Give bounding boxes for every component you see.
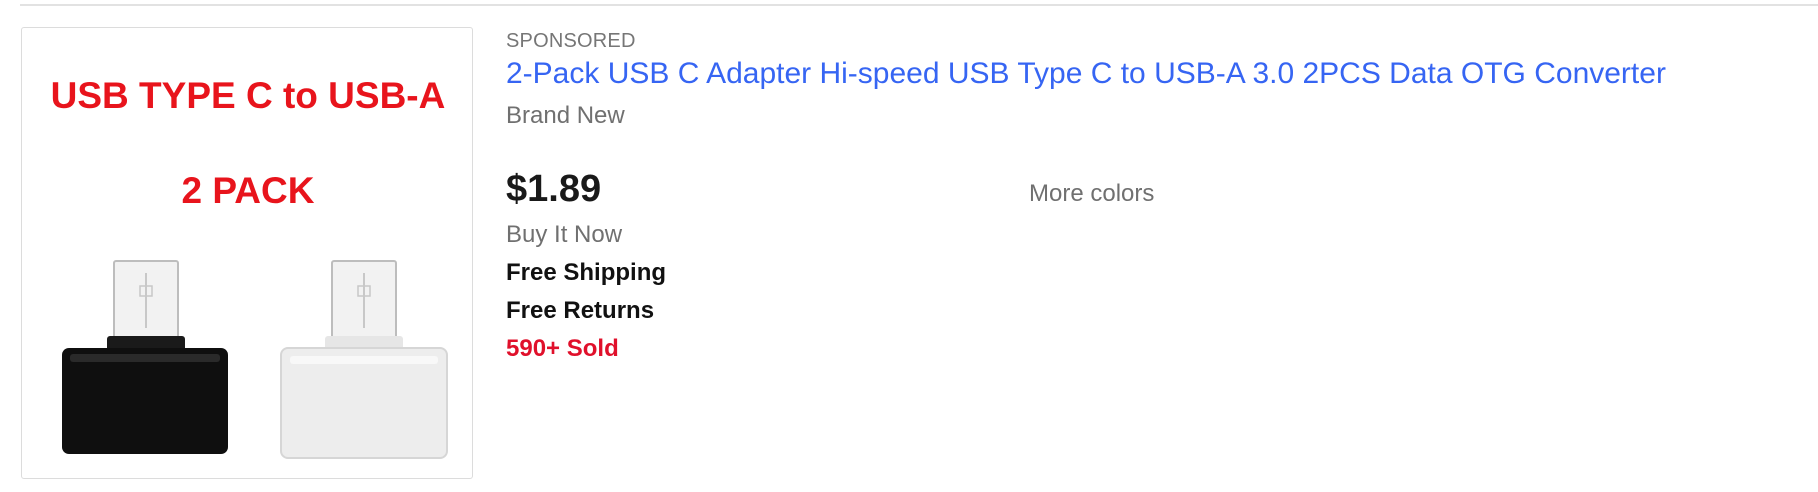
image-text-line2: 2 PACK <box>182 170 315 211</box>
sponsored-label: SPONSORED <box>506 30 636 52</box>
product-image[interactable]: USB TYPE C to USB-A 2 PACK <box>21 27 473 479</box>
listing-title-link[interactable]: 2-Pack USB C Adapter Hi-speed USB Type C… <box>506 57 1666 91</box>
returns-info: Free Returns <box>506 297 655 324</box>
sold-count: 590+ Sold <box>506 335 619 362</box>
white-adapter-illustration <box>280 260 448 459</box>
search-result-item: USB TYPE C to USB-A 2 PACK SPONSORED 2-P… <box>0 0 1818 492</box>
shipping-info: Free Shipping <box>506 259 667 286</box>
more-colors-text: More colors <box>1029 180 1155 207</box>
item-condition: Brand New <box>506 102 625 129</box>
image-text-line1: USB TYPE C to USB-A <box>51 75 446 116</box>
purchase-format: Buy It Now <box>506 221 623 248</box>
black-adapter-illustration <box>62 260 228 454</box>
product-image-art: USB TYPE C to USB-A 2 PACK <box>51 75 448 459</box>
item-price: $1.89 <box>506 168 602 210</box>
